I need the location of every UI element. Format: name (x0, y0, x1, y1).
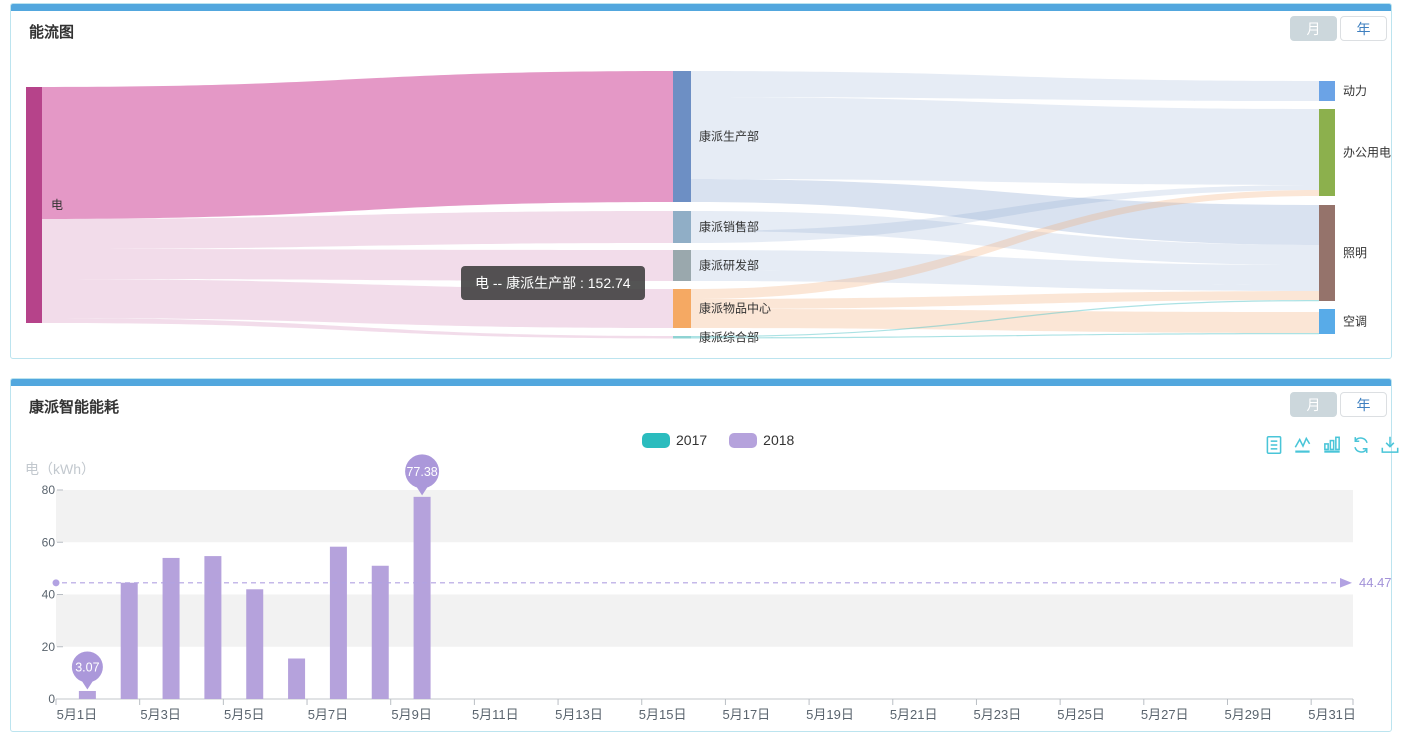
max-marker-pin: 77.38 (405, 454, 439, 495)
sankey-link[interactable] (691, 71, 1319, 101)
x-axis-tick-label: 5月1日 (57, 707, 97, 722)
sankey-node-label: 康派销售部 (699, 219, 759, 234)
average-line-label: 44.47 (1359, 575, 1392, 590)
energy-flow-panel: 能流图 月 年 电康派生产部康派销售部康派研发部康派物品中心康派综合部动力办公用… (10, 3, 1392, 359)
x-axis-tick-label: 5月31日 (1308, 707, 1356, 722)
y-axis-tick-label: 60 (42, 535, 56, 549)
sankey-node-label: 康派综合部 (699, 329, 759, 344)
x-axis-tick-label: 5月25日 (1057, 707, 1105, 722)
sankey-node[interactable] (673, 336, 691, 339)
sankey-node[interactable] (673, 289, 691, 328)
sankey-node[interactable] (1319, 205, 1335, 301)
y-axis-tick-label: 20 (42, 640, 56, 654)
bar-2018[interactable] (414, 497, 431, 699)
x-axis-tick-label: 5月21日 (890, 707, 938, 722)
svg-text:77.38: 77.38 (406, 465, 437, 479)
x-axis-tick-label: 5月9日 (391, 707, 431, 722)
sankey-node-label: 照明 (1343, 246, 1367, 260)
bar-2018[interactable] (288, 659, 305, 699)
x-axis-tick-label: 5月15日 (639, 707, 687, 722)
bar-2018[interactable] (372, 566, 389, 699)
x-axis-tick-label: 5月11日 (472, 707, 519, 722)
sankey-node-label: 康派物品中心 (699, 301, 771, 316)
bar-2018[interactable] (79, 691, 96, 699)
sankey-node[interactable] (673, 71, 691, 202)
x-axis-tick-label: 5月19日 (806, 707, 854, 722)
sankey-tooltip: 电 -- 康派生产部 : 152.74 (461, 266, 645, 300)
min-marker-pin: 3.07 (72, 651, 103, 689)
sankey-node[interactable] (1319, 81, 1335, 101)
sankey-node-label: 康派研发部 (699, 258, 759, 273)
x-axis-tick-label: 5月3日 (140, 707, 180, 722)
x-axis-tick-label: 5月29日 (1225, 707, 1273, 722)
y-axis-tick-label: 0 (48, 692, 55, 706)
sankey-diagram[interactable]: 电 康派生产部康派销售部康派研发部康派物品中心康派综合部 动力办公用电照明空调 (11, 4, 1392, 358)
sankey-node-label: 电 (51, 198, 63, 212)
sankey-node-label: 动力 (1343, 84, 1367, 98)
sankey-node[interactable] (1319, 109, 1335, 196)
energy-consumption-panel: 康派智能能耗 月 年 2017 2018 电（kWh） 0204060805月1… (10, 378, 1392, 732)
x-axis-tick-label: 5月17日 (722, 707, 770, 722)
bar-2018[interactable] (204, 556, 221, 699)
sankey-node[interactable] (26, 87, 42, 323)
sankey-node-label: 康派生产部 (699, 129, 759, 144)
bar-chart[interactable]: 0 20 40 60 80 5月1日 5月3日 5月5日 5月7日 5月9日 5月11日 5月13日 5… (11, 379, 1392, 733)
x-axis-tick-label: 5月23日 (974, 707, 1022, 722)
sankey-link[interactable] (691, 309, 1319, 333)
sankey-node[interactable] (673, 250, 691, 281)
bar-2018[interactable] (121, 583, 138, 699)
sankey-node-label: 空调 (1343, 315, 1367, 329)
sankey-node[interactable] (1319, 309, 1335, 334)
x-axis-tick-label: 5月5日 (224, 707, 264, 722)
y-axis-tick-label: 80 (42, 483, 56, 497)
sankey-link[interactable] (42, 71, 673, 219)
bar-2018[interactable] (246, 589, 263, 699)
y-axis-tick-label: 40 (42, 588, 56, 602)
sankey-node-label: 办公用电 (1343, 145, 1391, 160)
bar-2018[interactable] (163, 558, 180, 699)
x-axis-tick-label: 5月27日 (1141, 707, 1189, 722)
svg-text:3.07: 3.07 (75, 660, 99, 674)
bar-2018[interactable] (330, 547, 347, 699)
x-axis-tick-label: 5月7日 (308, 707, 348, 722)
sankey-node[interactable] (673, 211, 691, 243)
split-area-band (56, 490, 1353, 542)
sankey-link[interactable] (691, 97, 1319, 185)
x-axis-tick-label: 5月13日 (555, 707, 603, 722)
